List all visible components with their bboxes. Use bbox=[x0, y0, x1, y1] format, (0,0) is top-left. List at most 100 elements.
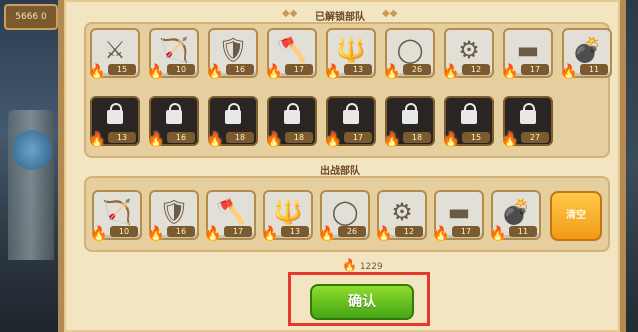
flame-icon: 🔥 bbox=[501, 64, 519, 80]
flame-icon: 🔥 bbox=[442, 132, 460, 148]
troop-level: 17 bbox=[521, 64, 549, 75]
troop-slot[interactable]: ▬ 🔥 17 bbox=[432, 190, 484, 242]
flame-icon: 🔥 bbox=[489, 226, 507, 242]
bomb-icon: 💣 bbox=[572, 36, 602, 64]
locked-troop-slot[interactable]: 🔥 16 bbox=[147, 96, 199, 148]
troop-level: 13 bbox=[344, 64, 372, 75]
crystal-decoration bbox=[12, 130, 52, 170]
flame-icon: 🔥 bbox=[90, 226, 108, 242]
troop-level: 16 bbox=[167, 132, 195, 143]
troop-level: 13 bbox=[108, 132, 136, 143]
locked-troop-slot[interactable]: 🔥 13 bbox=[88, 96, 140, 148]
troop-level: 27 bbox=[521, 132, 549, 143]
troop-slot[interactable]: 🔱 🔥 13 bbox=[324, 28, 376, 80]
ring-icon: ◯ bbox=[331, 198, 359, 226]
resource-counter: 5666 0 bbox=[4, 4, 58, 30]
flame-icon: 🔥 bbox=[324, 64, 342, 80]
troop-slot[interactable]: 🛡 🔥 16 bbox=[147, 190, 199, 242]
troop-slot[interactable]: 🪓 🔥 17 bbox=[204, 190, 256, 242]
troop-level: 13 bbox=[281, 226, 309, 237]
locked-troop-slot[interactable]: 🔥 27 bbox=[501, 96, 553, 148]
crossbow-icon: 🏹 bbox=[102, 198, 132, 226]
flame-icon: 🔥 bbox=[206, 132, 224, 148]
cannon-icon: ▬ bbox=[447, 198, 471, 226]
battle-title: 出战部队 bbox=[320, 166, 360, 177]
troop-slot[interactable]: ⚔ 🔥 15 bbox=[88, 28, 140, 80]
lock-icon bbox=[402, 103, 418, 124]
flame-icon: 🔥 bbox=[265, 64, 283, 80]
troop-slot[interactable]: ◯ 🔥 26 bbox=[383, 28, 435, 80]
troop-slot[interactable]: 🪓 🔥 17 bbox=[265, 28, 317, 80]
crossbow-icon: 🏹 bbox=[159, 36, 189, 64]
lock-icon bbox=[107, 103, 123, 124]
total-power: 🔥 1229 bbox=[342, 258, 383, 272]
troop-slot[interactable]: 🔱 🔥 13 bbox=[261, 190, 313, 242]
claw-icon: ⚙ bbox=[458, 36, 480, 64]
total-power-value: 1229 bbox=[359, 262, 383, 272]
troop-slot[interactable]: 💣 🔥 11 bbox=[489, 190, 541, 242]
locked-troop-slot[interactable]: 🔥 18 bbox=[265, 96, 317, 148]
flame-icon: 🔥 bbox=[432, 226, 450, 242]
flame-icon: 🔥 bbox=[324, 132, 342, 148]
troop-level: 17 bbox=[224, 226, 252, 237]
troop-slot[interactable]: 🛡 🔥 16 bbox=[206, 28, 258, 80]
cannon-icon: ▬ bbox=[516, 36, 540, 64]
lock-icon bbox=[166, 103, 182, 124]
troop-level: 17 bbox=[344, 132, 372, 143]
troop-level: 17 bbox=[452, 226, 480, 237]
troop-level: 15 bbox=[462, 132, 490, 143]
troop-level: 18 bbox=[403, 132, 431, 143]
troop-level: 18 bbox=[226, 132, 254, 143]
locked-troop-slot[interactable]: 🔥 18 bbox=[383, 96, 435, 148]
troop-level: 10 bbox=[110, 226, 138, 237]
locked-troop-slot[interactable]: 🔥 15 bbox=[442, 96, 494, 148]
shield-icon: 🛡 bbox=[158, 198, 190, 226]
troop-level: 17 bbox=[285, 64, 313, 75]
flame-icon: 🔥 bbox=[265, 132, 283, 148]
troop-level: 26 bbox=[338, 226, 366, 237]
lock-icon bbox=[461, 103, 477, 124]
flame-icon: 🔥 bbox=[342, 258, 357, 272]
sword-icon: ⚔ bbox=[104, 36, 126, 64]
lock-icon bbox=[284, 103, 300, 124]
locked-troop-slot[interactable]: 🔥 17 bbox=[324, 96, 376, 148]
troop-slot[interactable]: 🏹 🔥 10 bbox=[147, 28, 199, 80]
clear-button[interactable]: 清空 bbox=[550, 191, 602, 241]
highlight-box bbox=[288, 272, 430, 326]
troop-level: 16 bbox=[167, 226, 195, 237]
flame-icon: 🔥 bbox=[88, 64, 106, 80]
troop-slot[interactable]: 💣 🔥 11 bbox=[560, 28, 612, 80]
trident-icon: 🔱 bbox=[336, 36, 366, 64]
shield-icon: 🛡 bbox=[217, 36, 249, 64]
ring-icon: ◯ bbox=[396, 36, 424, 64]
troop-level: 15 bbox=[108, 64, 136, 75]
troop-level: 11 bbox=[580, 64, 608, 75]
flame-icon: 🔥 bbox=[204, 226, 222, 242]
troop-level: 12 bbox=[395, 226, 423, 237]
troop-slot[interactable]: ⚙ 🔥 12 bbox=[375, 190, 427, 242]
troop-level: 18 bbox=[285, 132, 313, 143]
flame-icon: 🔥 bbox=[501, 132, 519, 148]
troop-level: 11 bbox=[509, 226, 537, 237]
troop-slot[interactable]: 🏹 🔥 10 bbox=[90, 190, 142, 242]
axe-icon: 🪓 bbox=[277, 36, 307, 64]
troop-level: 26 bbox=[403, 64, 431, 75]
flame-icon: 🔥 bbox=[147, 226, 165, 242]
claw-icon: ⚙ bbox=[391, 198, 413, 226]
lock-icon bbox=[520, 103, 536, 124]
troop-level: 12 bbox=[462, 64, 490, 75]
axe-icon: 🪓 bbox=[216, 198, 246, 226]
troop-slot[interactable]: ◯ 🔥 26 bbox=[318, 190, 370, 242]
flame-icon: 🔥 bbox=[383, 132, 401, 148]
trident-icon: 🔱 bbox=[273, 198, 303, 226]
bomb-icon: 💣 bbox=[501, 198, 531, 226]
lock-icon bbox=[225, 103, 241, 124]
troop-slot[interactable]: ⚙ 🔥 12 bbox=[442, 28, 494, 80]
troop-level: 10 bbox=[167, 64, 195, 75]
lock-icon bbox=[343, 103, 359, 124]
troop-slot[interactable]: ▬ 🔥 17 bbox=[501, 28, 553, 80]
flame-icon: 🔥 bbox=[318, 226, 336, 242]
flame-icon: 🔥 bbox=[383, 64, 401, 80]
flame-icon: 🔥 bbox=[147, 64, 165, 80]
locked-troop-slot[interactable]: 🔥 18 bbox=[206, 96, 258, 148]
